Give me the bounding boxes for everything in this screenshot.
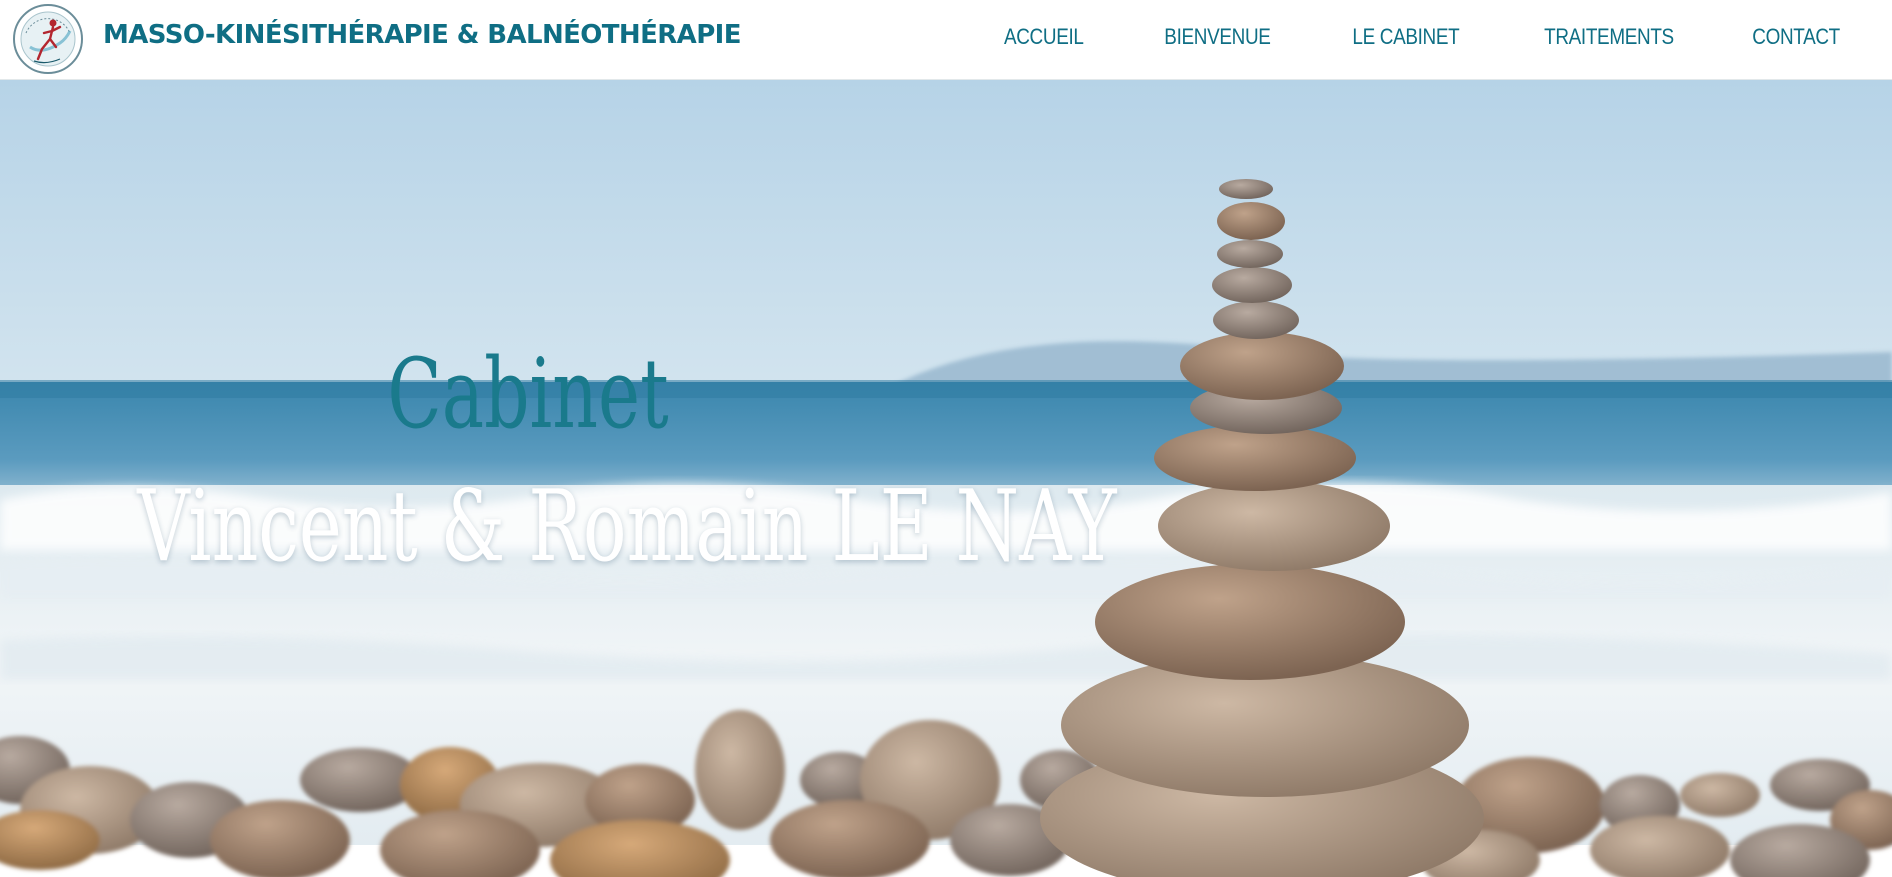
site-title[interactable]: MASSO-KINÉSITHÉRAPIE & BALNÉOTHÉRAPIE [103, 20, 741, 50]
site-header: MASSO-KINÉSITHÉRAPIE & BALNÉOTHÉRAPIE AC… [0, 0, 1892, 80]
nav-item-le-cabinet[interactable]: LE CABINET [1352, 24, 1459, 50]
hero-banner: Cabinet Vincent & Romain LE NAY [0, 80, 1892, 877]
nav-item-accueil[interactable]: ACCUEIL [1004, 24, 1084, 50]
nav-item-contact[interactable]: CONTACT [1752, 24, 1840, 50]
logo-icon[interactable] [12, 3, 84, 75]
nav-item-traitements[interactable]: TRAITEMENTS [1544, 24, 1674, 50]
hero-title-line-1: Cabinet [387, 338, 669, 450]
hero-title-line-2: Vincent & Romain LE NAY [137, 470, 1117, 584]
main-nav: ACCUEIL BIENVENUE LE CABINET TRAITEMENTS… [927, 24, 1841, 50]
nav-item-bienvenue[interactable]: BIENVENUE [1165, 24, 1272, 50]
